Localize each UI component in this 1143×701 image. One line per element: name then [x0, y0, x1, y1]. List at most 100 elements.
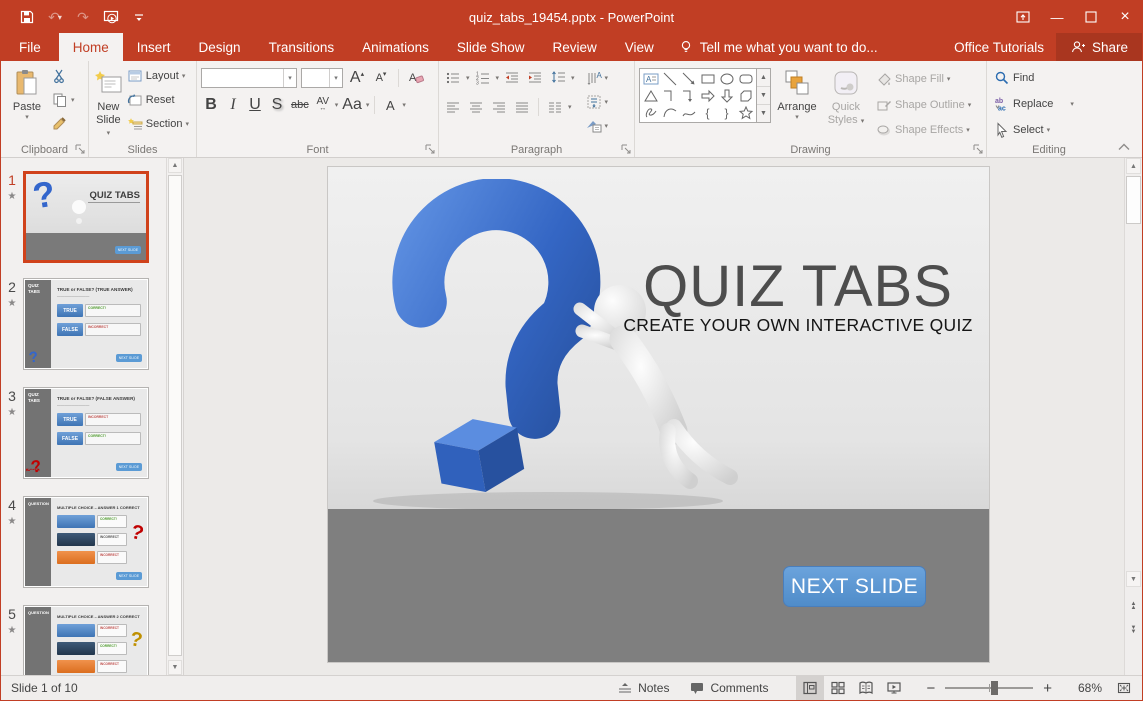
italic-button[interactable]: I: [223, 94, 243, 116]
shape-snip-corner[interactable]: [736, 87, 755, 104]
font-name-combobox[interactable]: ▾: [201, 68, 297, 88]
thumbnail-item-5[interactable]: 5★ QUESTION MULTIPLE CHOICE – ANSWER 2 C…: [1, 605, 167, 675]
thumbnail-item-2[interactable]: 2★ QUIZ TABS ? TRUE or FALSE? (TRUE ANSW…: [1, 278, 167, 370]
copy-button[interactable]: ▾: [49, 89, 78, 111]
thumbnail-item-3[interactable]: 3★ QUIZ TABS TRUE or FALSE? (FALSE ANSWE…: [1, 387, 167, 479]
zoom-out-button[interactable]: −: [922, 680, 939, 697]
slide-canvas[interactable]: QUIZ TABS CREATE YOUR OWN INTERACTIVE QU…: [184, 158, 1124, 675]
canvas-scrollbar-thumb[interactable]: [1126, 176, 1141, 224]
align-text-button[interactable]: ▾: [583, 91, 612, 113]
shape-left-brace[interactable]: {: [698, 104, 717, 121]
select-button[interactable]: Select▾: [991, 119, 1077, 141]
shape-scribble[interactable]: [641, 104, 660, 121]
align-right-button[interactable]: [489, 96, 509, 118]
reading-view-button[interactable]: [852, 676, 880, 700]
paste-button[interactable]: Paste ▾: [5, 65, 49, 141]
line-spacing-button[interactable]: [548, 67, 568, 89]
columns-button[interactable]: [545, 96, 565, 118]
convert-smartart-button[interactable]: ▾: [583, 115, 612, 137]
shape-right-arrow[interactable]: [698, 87, 717, 104]
zoom-slider-thumb[interactable]: [991, 681, 998, 695]
font-dialog-launcher[interactable]: [424, 143, 436, 155]
justify-button[interactable]: [512, 96, 532, 118]
quick-styles-button[interactable]: QuickStyles ▾: [823, 65, 869, 141]
shape-down-arrow[interactable]: [717, 87, 736, 104]
thumbnail-scrollbar[interactable]: ▲ ▼: [166, 158, 183, 675]
shape-gallery-down-icon[interactable]: ▼: [757, 87, 770, 105]
shape-gallery-scrollbar[interactable]: ▲ ▼ ▼: [757, 68, 771, 123]
thumbnail-slide-4[interactable]: QUESTION MULTIPLE CHOICE – ANSWER 1 CORR…: [23, 496, 149, 588]
strikethrough-button[interactable]: abc: [289, 94, 311, 116]
text-direction-button[interactable]: A▾: [583, 67, 612, 89]
customize-qat-button[interactable]: [127, 5, 151, 29]
shape-arrow[interactable]: [679, 70, 698, 87]
shape-arc[interactable]: [660, 104, 679, 121]
next-slide-nav-button[interactable]: ▼▼: [1126, 623, 1141, 639]
clipboard-dialog-launcher[interactable]: [74, 143, 86, 155]
new-slide-button[interactable]: NewSlide ▾: [93, 65, 124, 141]
next-slide-button[interactable]: NEXT SLIDE: [783, 566, 926, 607]
office-tutorials-button[interactable]: Office Tutorials: [942, 33, 1056, 61]
align-left-button[interactable]: [443, 96, 463, 118]
shape-rectangle[interactable]: [698, 70, 717, 87]
undo-button[interactable]: ↶▾: [43, 5, 67, 29]
shape-fill-button[interactable]: Shape Fill▾: [873, 68, 974, 90]
shape-oval[interactable]: [717, 70, 736, 87]
increase-font-size-button[interactable]: A▴: [347, 67, 367, 89]
drawing-dialog-launcher[interactable]: [972, 143, 984, 155]
slide-subtitle[interactable]: CREATE YOUR OWN INTERACTIVE QUIZ: [568, 315, 1028, 336]
minimize-button[interactable]: —: [1040, 1, 1074, 33]
align-center-button[interactable]: [466, 96, 486, 118]
paragraph-dialog-launcher[interactable]: [620, 143, 632, 155]
collapse-ribbon-button[interactable]: [1112, 140, 1136, 154]
shape-outline-button[interactable]: Shape Outline▾: [873, 94, 974, 116]
increase-indent-button[interactable]: [525, 67, 545, 89]
tell-me-box[interactable]: Tell me what you want to do...: [668, 33, 888, 61]
tab-slide-show[interactable]: Slide Show: [443, 33, 539, 61]
shape-rounded-rectangle[interactable]: [736, 70, 755, 87]
shape-elbow-arrow-connector[interactable]: [679, 87, 698, 104]
zoom-in-button[interactable]: +: [1039, 680, 1056, 697]
layout-button[interactable]: Layout▾: [124, 65, 192, 87]
shape-star[interactable]: [736, 104, 755, 121]
thumbnail-scroll-up-icon[interactable]: ▲: [168, 158, 182, 173]
find-button[interactable]: Find: [991, 67, 1077, 89]
shape-elbow-connector[interactable]: [660, 87, 679, 104]
normal-view-button[interactable]: [796, 676, 824, 700]
ribbon-display-options-button[interactable]: [1006, 1, 1040, 33]
previous-slide-button[interactable]: ▲▲: [1126, 599, 1141, 615]
tab-view[interactable]: View: [611, 33, 668, 61]
fit-slide-button[interactable]: [1112, 680, 1136, 696]
text-shadow-button[interactable]: S: [267, 94, 287, 116]
canvas-scroll-up-icon[interactable]: ▲: [1126, 158, 1141, 174]
shape-gallery-up-icon[interactable]: ▲: [757, 69, 770, 87]
numbering-button[interactable]: 123: [473, 67, 493, 89]
thumbnail-slide-3[interactable]: QUIZ TABS TRUE or FALSE? (FALSE ANSWER) …: [23, 387, 149, 479]
tab-transitions[interactable]: Transitions: [255, 33, 349, 61]
shape-line[interactable]: [660, 70, 679, 87]
font-color-button[interactable]: A: [380, 94, 400, 116]
cut-button[interactable]: [49, 65, 78, 87]
zoom-level[interactable]: 68%: [1064, 681, 1102, 695]
save-button[interactable]: [15, 5, 39, 29]
section-button[interactable]: Section▾: [124, 113, 192, 135]
slideshow-view-button[interactable]: [880, 676, 908, 700]
character-spacing-button[interactable]: AV ↔: [313, 94, 333, 116]
arrange-button[interactable]: Arrange ▾: [771, 65, 823, 141]
change-case-button[interactable]: Aa: [340, 94, 364, 116]
shape-gallery-more-icon[interactable]: ▼: [757, 105, 770, 122]
format-painter-button[interactable]: [49, 113, 78, 135]
start-from-beginning-button[interactable]: [99, 5, 123, 29]
bold-button[interactable]: B: [201, 94, 221, 116]
tab-animations[interactable]: Animations: [348, 33, 443, 61]
clear-formatting-button[interactable]: A: [406, 67, 426, 89]
slide-title[interactable]: QUIZ TABS: [568, 253, 1028, 320]
shape-textbox[interactable]: A: [641, 70, 660, 87]
shape-effects-button[interactable]: Shape Effects▾: [873, 119, 974, 141]
thumbnail-slide-1[interactable]: ? QUIZ TABS NEXT SLIDE: [23, 171, 149, 263]
underline-button[interactable]: U: [245, 94, 265, 116]
shape-curve[interactable]: [679, 104, 698, 121]
thumbnail-item-4[interactable]: 4★ QUESTION MULTIPLE CHOICE – ANSWER 1 C…: [1, 496, 167, 588]
zoom-slider[interactable]: [945, 687, 1033, 689]
reset-button[interactable]: Reset: [124, 89, 192, 111]
